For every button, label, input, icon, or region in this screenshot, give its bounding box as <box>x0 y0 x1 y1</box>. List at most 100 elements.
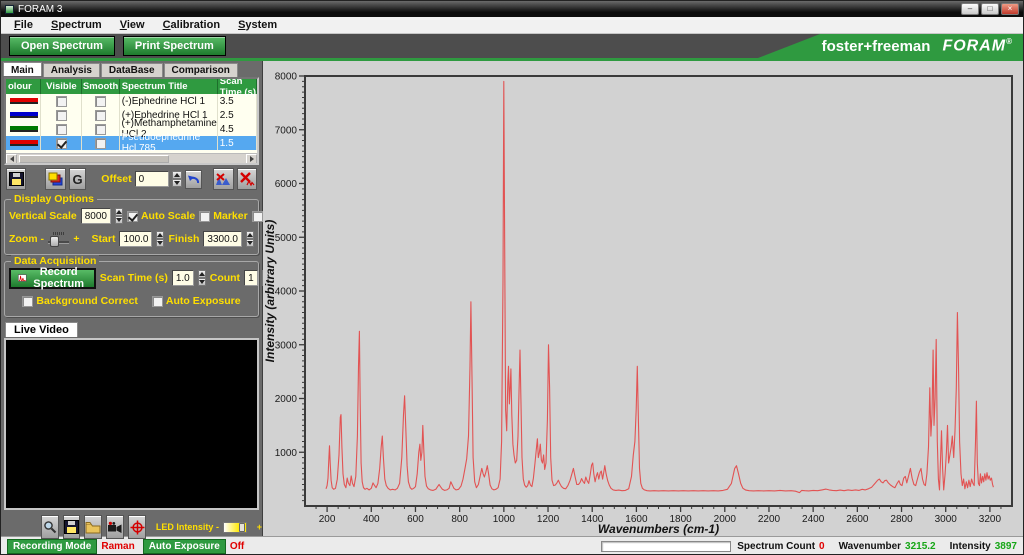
scan-time-input[interactable]: 1.0 <box>171 270 194 286</box>
menu-item-spectrum[interactable]: Spectrum <box>42 19 111 31</box>
offset-spinner[interactable] <box>171 171 182 187</box>
tab-main[interactable]: Main <box>3 62 42 76</box>
registered-mark: ® <box>1006 36 1013 46</box>
count-input[interactable]: 1 <box>244 270 258 286</box>
background-correct-checkbox[interactable] <box>22 295 34 307</box>
y-tick-label: 2000 <box>275 394 298 405</box>
spin-down-icon[interactable] <box>171 179 182 187</box>
menu-item-view[interactable]: View <box>111 19 154 31</box>
visible-checkbox[interactable] <box>55 95 67 107</box>
spectrum-chart[interactable]: 200 400 600 800 1000 1200 1400 1600 1800 2000 2200… <box>263 61 1024 536</box>
recording-mode-badge: Recording Mode <box>7 539 98 554</box>
intensity-value: 3897 <box>994 541 1017 552</box>
scroll-left-icon[interactable] <box>6 153 17 163</box>
led-intensity-slider[interactable] <box>222 521 247 533</box>
offset-undo-button[interactable] <box>184 169 203 189</box>
app-window: FORAM 3 – □ × File Spectrum View Calibratio… <box>0 0 1024 555</box>
zoom-tool-button[interactable] <box>41 515 59 539</box>
minimize-button[interactable]: – <box>961 3 979 15</box>
tab-comparison[interactable]: Comparison <box>163 63 238 77</box>
smooth-checkbox[interactable] <box>94 123 106 135</box>
palette-button[interactable] <box>45 168 66 190</box>
spin-up-icon[interactable] <box>171 171 182 179</box>
start-input[interactable]: 100.0 <box>119 231 153 247</box>
finish-input[interactable]: 3300.0 <box>203 231 242 247</box>
close-button[interactable]: × <box>1001 3 1019 15</box>
open-image-button[interactable] <box>84 515 103 539</box>
zoom-minus[interactable]: - <box>41 233 45 245</box>
title-bar[interactable]: FORAM 3 – □ × <box>1 1 1023 17</box>
tab-database[interactable]: DataBase <box>100 63 163 77</box>
record-spectrum-button[interactable]: Record Spectrum <box>9 266 96 290</box>
print-spectrum-button[interactable]: Print Spectrum <box>122 36 226 56</box>
labels-checkbox[interactable] <box>251 210 263 222</box>
y-tick-label: 3000 <box>275 340 298 351</box>
scroll-right-icon[interactable] <box>246 153 257 163</box>
marker-checkbox[interactable] <box>199 210 211 222</box>
menu-item-system[interactable]: System <box>229 19 286 31</box>
scrollbar-thumb[interactable] <box>19 154 169 163</box>
spectrum-title-cell: Pseudoephedrine Hcl 785 <box>120 132 218 154</box>
menu-item-calibration[interactable]: Calibration <box>154 19 229 31</box>
spin-down-icon[interactable] <box>156 239 165 247</box>
delete-all-icon <box>239 172 255 186</box>
led-plus[interactable]: + <box>257 522 262 532</box>
x-tick-label: 2600 <box>846 514 869 525</box>
color-swatch <box>10 140 39 146</box>
led-slider-handle[interactable] <box>238 522 245 532</box>
auto-scale-checkbox[interactable] <box>126 210 138 222</box>
smooth-checkbox[interactable] <box>95 109 107 121</box>
smooth-cell <box>82 122 120 136</box>
spin-down-icon[interactable] <box>114 216 123 224</box>
x-tick-label: 800 <box>451 514 468 525</box>
scan-time-spinner[interactable] <box>197 270 206 286</box>
spin-down-icon[interactable] <box>197 278 206 286</box>
save-spectrum-button[interactable] <box>6 168 27 190</box>
auto-exposure-checkbox[interactable] <box>151 295 163 307</box>
zoom-slider[interactable] <box>48 231 70 247</box>
table-horizontal-scrollbar[interactable] <box>6 153 257 163</box>
zoom-slider-handle[interactable] <box>50 235 59 247</box>
visible-checkbox[interactable] <box>55 109 67 121</box>
table-row[interactable]: (-)Ephedrine HCl 1 3.5 <box>6 94 257 108</box>
smooth-cell <box>82 94 120 108</box>
y-tick-label: 4000 <box>275 287 298 298</box>
delete-all-spectra-button[interactable] <box>236 168 258 190</box>
offset-input[interactable]: 0 <box>134 171 169 187</box>
spin-up-icon[interactable] <box>114 208 123 216</box>
visible-cell <box>41 108 83 122</box>
visible-checkbox[interactable] <box>55 137 67 149</box>
spin-up-icon[interactable] <box>156 231 165 239</box>
spin-up-icon[interactable] <box>197 270 206 278</box>
zoom-plus[interactable]: + <box>73 233 79 245</box>
target-alignment-button[interactable] <box>128 515 146 539</box>
smooth-checkbox[interactable] <box>95 95 107 107</box>
vertical-scale-spinner[interactable] <box>114 208 123 224</box>
camera-button[interactable] <box>106 515 125 539</box>
tab-analysis[interactable]: Analysis <box>42 63 100 77</box>
live-video-feed <box>4 338 259 510</box>
open-spectrum-button[interactable]: Open Spectrum <box>9 36 115 56</box>
app-icon <box>5 4 14 14</box>
marker-label: Marker <box>213 210 248 222</box>
mode-value: Raman <box>101 541 135 552</box>
maximize-button[interactable]: □ <box>981 3 999 15</box>
grayscale-button[interactable]: G <box>68 168 87 190</box>
visible-checkbox[interactable] <box>55 123 67 135</box>
window-title: FORAM 3 <box>18 3 63 15</box>
start-spinner[interactable] <box>156 231 165 247</box>
delete-spectrum-button[interactable] <box>213 168 234 190</box>
spin-up-icon[interactable] <box>246 231 254 239</box>
display-options-title: Display Options <box>11 193 97 205</box>
live-video-tab[interactable]: Live Video <box>5 322 78 337</box>
delete-spectrum-icon <box>216 173 231 185</box>
led-minus[interactable]: - <box>216 522 219 532</box>
spin-down-icon[interactable] <box>246 239 254 247</box>
table-row[interactable]: Pseudoephedrine Hcl 785 1.5 <box>6 132 257 154</box>
palette-icon <box>48 172 63 186</box>
vertical-scale-input[interactable]: 8000 <box>80 208 111 224</box>
finish-spinner[interactable] <box>246 231 254 247</box>
menu-item-file[interactable]: File <box>5 19 42 31</box>
smooth-checkbox[interactable] <box>95 137 107 149</box>
save-image-button[interactable] <box>62 515 81 539</box>
